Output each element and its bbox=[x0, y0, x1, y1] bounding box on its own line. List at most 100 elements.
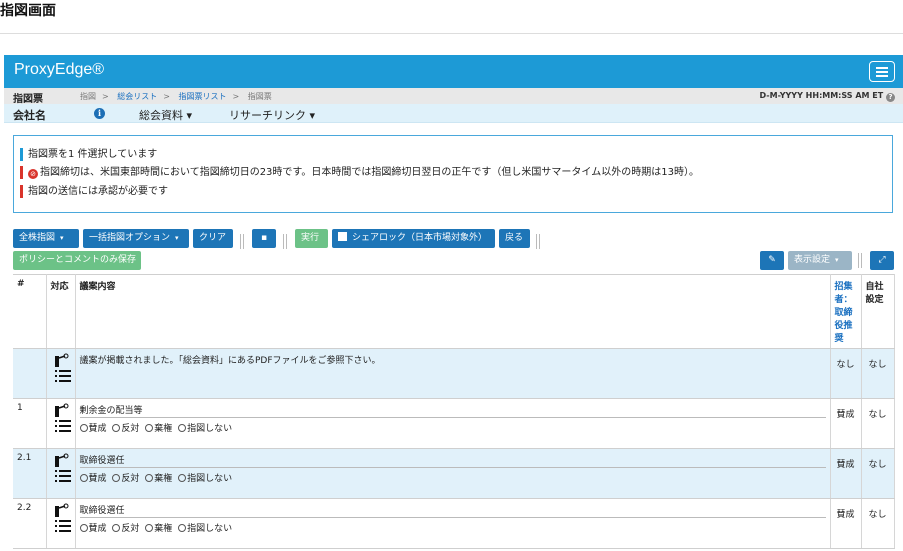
row-proposal: 取締役選任 賛成 反対 棄権 指図しない bbox=[75, 448, 831, 499]
vote-radio-against[interactable]: 反対 bbox=[112, 421, 139, 434]
speaker-list-icon[interactable] bbox=[53, 453, 71, 487]
meeting-materials-dropdown[interactable]: 総会資料 ▾ bbox=[139, 107, 192, 123]
table-row: 1 剰余金の配当等 賛成 反対 棄権 指図しない 賛成 なし bbox=[13, 398, 895, 449]
breadcrumb-item[interactable]: 指図 bbox=[80, 92, 96, 101]
clear-button[interactable]: クリア bbox=[193, 229, 233, 248]
proposal-title: 取締役選任 bbox=[79, 453, 826, 468]
row-proposal: 剰余金の配当等 賛成 反対 棄権 指図しない bbox=[75, 398, 831, 449]
display-settings-button[interactable]: 表示設定 ▾ bbox=[788, 251, 852, 270]
breadcrumb-bar: 指図票 指図 > 総会リスト > 指図票リスト > 指図票 D-M-YYYY HH:M… bbox=[4, 88, 903, 105]
info-icon[interactable]: i bbox=[94, 108, 105, 119]
vote-radio-for[interactable]: 賛成 bbox=[79, 471, 107, 484]
row-advisor-rec: 賛成 bbox=[830, 448, 862, 499]
breadcrumb: 指図 > 総会リスト > 指図票リスト > 指図票 bbox=[80, 92, 272, 101]
bulk-options-button[interactable]: 一括指図オプション ▾ bbox=[83, 229, 189, 248]
speaker-list-icon[interactable] bbox=[53, 503, 71, 537]
help-icon[interactable]: ? bbox=[886, 93, 895, 102]
hamburger-menu-icon[interactable] bbox=[869, 61, 895, 82]
toolbar-divider bbox=[283, 234, 284, 249]
table-row: 議案が掲載されました。「総会資料」にあるPDFファイルをご参照下さい。 なし な… bbox=[13, 348, 895, 399]
save-policy-button[interactable]: ポリシーとコメントのみ保存 bbox=[13, 251, 141, 270]
checkbox[interactable] bbox=[338, 232, 347, 241]
vote-radio-no-instruction[interactable]: 指図しない bbox=[178, 471, 232, 484]
proposal-title: 剰余金の配当等 bbox=[79, 403, 826, 418]
company-name-label: 会社名 bbox=[13, 109, 46, 122]
row-own-setting: なし bbox=[861, 498, 895, 549]
edit-pencil-icon[interactable]: ✎ bbox=[760, 251, 784, 270]
expand-icon[interactable]: ⤢ bbox=[870, 251, 894, 270]
vote-radio-group: 賛成 反対 棄権 指図しない bbox=[79, 471, 826, 484]
timestamp: D-M-YYYY HH:MM:SS AM ET ? bbox=[760, 91, 895, 102]
row-own-setting: なし bbox=[861, 398, 895, 449]
share-lock-button[interactable]: シェアロック（日本市場対象外） bbox=[332, 229, 495, 248]
row-advisor-rec: 賛成 bbox=[830, 498, 862, 549]
brand-logo[interactable]: ProxyEdge® bbox=[14, 61, 104, 79]
row-action bbox=[46, 448, 76, 499]
breadcrumb-item[interactable]: 指図票リスト bbox=[179, 92, 227, 101]
breadcrumb-item: 指図票 bbox=[247, 92, 272, 101]
row-own-setting: なし bbox=[861, 348, 895, 399]
vote-radio-for[interactable]: 賛成 bbox=[79, 421, 107, 434]
speaker-list-icon[interactable] bbox=[53, 403, 71, 437]
execute-button[interactable]: 実行 bbox=[295, 229, 328, 248]
heading-divider bbox=[0, 33, 903, 34]
row-action bbox=[46, 398, 76, 449]
proposal-title: 議案が掲載されました。「総会資料」にあるPDFファイルをご参照下さい。 bbox=[79, 356, 381, 366]
vote-radio-against[interactable]: 反対 bbox=[112, 521, 139, 534]
row-advisor-rec: なし bbox=[830, 348, 862, 399]
document-icon[interactable]: ▪ bbox=[252, 229, 276, 248]
table-header: # 対応 議案内容 招集者：取締役推奨 自社設定 bbox=[13, 274, 895, 349]
row-advisor-rec: 賛成 bbox=[830, 398, 862, 449]
row-proposal: 取締役選任 賛成 反対 棄権 指図しない bbox=[75, 498, 831, 549]
vote-radio-group: 賛成 反対 棄権 指図しない bbox=[79, 421, 826, 434]
back-button[interactable]: 戻る bbox=[499, 229, 530, 248]
table-row: 2.1 取締役選任 賛成 反対 棄権 指図しない 賛成 なし bbox=[13, 448, 895, 499]
toolbar-divider bbox=[858, 253, 859, 268]
vote-radio-abstain[interactable]: 棄権 bbox=[145, 421, 172, 434]
vote-radio-no-instruction[interactable]: 指図しない bbox=[178, 521, 232, 534]
chevron-down-icon: ▾ bbox=[60, 234, 64, 242]
col-header-num: # bbox=[13, 274, 47, 349]
row-action bbox=[46, 498, 76, 549]
row-own-setting: なし bbox=[861, 448, 895, 499]
row-action bbox=[46, 348, 76, 399]
chevron-down-icon: ▾ bbox=[835, 256, 839, 264]
col-header-proposal: 議案内容 bbox=[75, 274, 831, 349]
breadcrumb-item[interactable]: 総会リスト bbox=[117, 92, 157, 101]
chevron-down-icon: ▾ bbox=[186, 109, 193, 122]
deadline-message: ⊘ 指図締切は、米国東部時間において指図締切日の23時です。日本時間では指図締切日… bbox=[20, 166, 699, 179]
proposal-table: # 対応 議案内容 招集者：取締役推奨 自社設定 議案が掲載されました。「総会資… bbox=[13, 274, 895, 549]
bulk-instruct-button[interactable]: 全株指図 ▾ bbox=[13, 229, 79, 248]
chevron-down-icon: ▾ bbox=[309, 109, 316, 122]
row-num: 2.1 bbox=[13, 448, 47, 499]
row-num bbox=[13, 348, 47, 399]
top-navbar: ProxyEdge® bbox=[4, 55, 903, 88]
app-frame: ProxyEdge® 指図票 指図 > 総会リスト > 指図票リスト > 指図票 D-… bbox=[4, 55, 903, 551]
toolbar-divider bbox=[240, 234, 241, 249]
stop-icon: ⊘ bbox=[28, 169, 38, 179]
speaker-list-icon[interactable] bbox=[53, 353, 71, 387]
vote-radio-group: 賛成 反対 棄権 指図しない bbox=[79, 521, 826, 534]
proposal-title: 取締役選任 bbox=[79, 503, 826, 518]
research-links-dropdown[interactable]: リサーチリンク ▾ bbox=[229, 107, 315, 123]
col-header-action: 対応 bbox=[46, 274, 76, 349]
message-panel: 指図票を1 件選択しています ⊘ 指図締切は、米国東部時間において指図締切日の23… bbox=[13, 135, 893, 213]
row-num: 2.2 bbox=[13, 498, 47, 549]
company-bar: 会社名 i 総会資料 ▾ リサーチリンク ▾ bbox=[4, 104, 903, 123]
col-header-advisor[interactable]: 招集者：取締役推奨 bbox=[830, 274, 862, 349]
toolbar-divider bbox=[536, 234, 537, 249]
vote-radio-for[interactable]: 賛成 bbox=[79, 521, 107, 534]
vote-radio-no-instruction[interactable]: 指図しない bbox=[178, 421, 232, 434]
vote-radio-abstain[interactable]: 棄権 bbox=[145, 521, 172, 534]
vote-radio-abstain[interactable]: 棄権 bbox=[145, 471, 172, 484]
section-title: 指図票 bbox=[13, 94, 43, 105]
row-num: 1 bbox=[13, 398, 47, 449]
table-row: 2.2 取締役選任 賛成 反対 棄権 指図しない 賛成 なし bbox=[13, 498, 895, 549]
info-message: 指図票を1 件選択しています bbox=[20, 148, 157, 161]
approval-message: 指図の送信には承認が必要です bbox=[20, 185, 168, 198]
vote-radio-against[interactable]: 反対 bbox=[112, 471, 139, 484]
row-proposal: 議案が掲載されました。「総会資料」にあるPDFファイルをご参照下さい。 bbox=[75, 348, 831, 399]
page-heading: 指図画面 bbox=[0, 3, 56, 19]
chevron-down-icon: ▾ bbox=[175, 234, 179, 242]
col-header-own-setting: 自社設定 bbox=[861, 274, 895, 349]
